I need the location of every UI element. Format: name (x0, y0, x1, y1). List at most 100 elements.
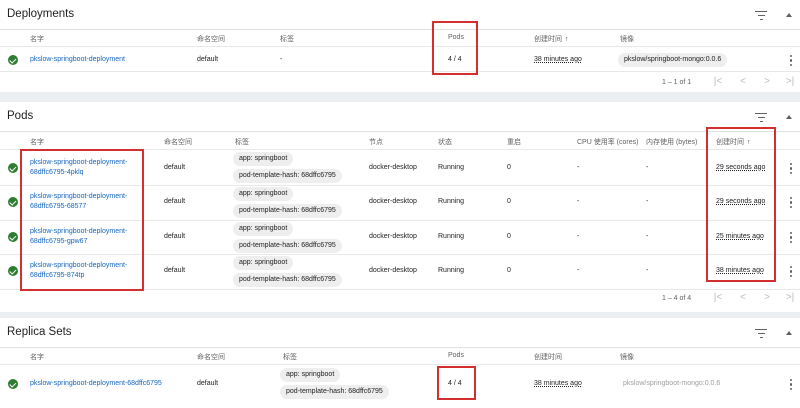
label-chip: pod-template-hash: 68dffc6795 (233, 169, 342, 183)
memory-value: - (646, 267, 649, 274)
label-chip: app: springboot (280, 368, 341, 382)
check-circle-icon (8, 379, 18, 389)
restarts-value: 0 (507, 198, 511, 205)
divider (0, 71, 800, 72)
col-namespace: 命名空间 (197, 36, 225, 43)
namespace-value: default (164, 164, 186, 171)
restarts-value: 0 (507, 164, 511, 171)
namespace-value: default (197, 380, 219, 387)
label-chip: app: springboot (233, 256, 294, 270)
pagination-range: 1 – 4 of 4 (662, 295, 692, 302)
namespace-value: default (164, 267, 186, 274)
cpu-value: - (577, 233, 580, 240)
label-chip: pod-template-hash: 68dffc6795 (233, 239, 342, 253)
highlight-box (706, 127, 776, 282)
label-chip: pod-template-hash: 68dffc6795 (280, 385, 389, 399)
first-page-icon[interactable]: |< (712, 77, 724, 87)
highlight-box (20, 149, 144, 291)
deployment-name-link[interactable]: pkslow-springboot-deployment (30, 56, 125, 63)
first-page-icon[interactable]: |< (712, 293, 724, 303)
more-vert-icon[interactable] (790, 163, 793, 174)
status-value: Running (438, 198, 465, 205)
created-value: 38 minutes ago (534, 380, 582, 387)
check-circle-icon (8, 197, 18, 207)
image-chip: pkslow/springboot-mongo:0.0.6 (618, 53, 728, 67)
filter-icon[interactable] (755, 329, 767, 338)
check-circle-icon (8, 232, 18, 242)
chevron-left-icon[interactable]: < (737, 293, 749, 303)
node-value: docker-desktop (369, 267, 417, 274)
node-value: docker-desktop (369, 198, 417, 205)
label-chip: app: springboot (233, 152, 294, 166)
node-value: docker-desktop (369, 233, 417, 240)
more-vert-icon[interactable] (790, 55, 793, 66)
cpu-value: - (577, 198, 580, 205)
col-namespace: 命名空间 (164, 139, 192, 146)
check-circle-icon (8, 55, 18, 65)
namespace-value: default (164, 198, 186, 205)
col-namespace: 命名空间 (197, 354, 225, 361)
chevron-up-icon[interactable] (786, 331, 792, 335)
more-vert-icon[interactable] (790, 266, 793, 277)
check-circle-icon (8, 163, 18, 173)
chevron-up-icon[interactable] (786, 115, 792, 119)
highlight-box (437, 366, 476, 400)
col-memory: 内存使用 (bytes) (646, 139, 698, 146)
status-value: Running (438, 267, 465, 274)
divider (0, 364, 800, 365)
col-name: 名字 (30, 139, 44, 146)
replicasets-card: Replica Sets 名字 命名空间 标签 Pods 创建时间 镜像 pks… (0, 318, 800, 408)
replicasets-title: Replica Sets (7, 326, 72, 338)
restarts-value: 0 (507, 267, 511, 274)
chevron-left-icon[interactable]: < (737, 77, 749, 87)
chevron-right-icon[interactable]: > (761, 77, 773, 87)
col-restarts: 重启 (507, 139, 521, 146)
col-cpu: CPU 使用率 (cores) (577, 139, 639, 146)
node-value: docker-desktop (369, 164, 417, 171)
col-created[interactable]: 创建时间 ↑ (534, 34, 569, 44)
col-created[interactable]: 创建时间 (534, 352, 562, 362)
replicasets-header: Replica Sets (0, 318, 800, 348)
label-chip: pod-template-hash: 68dffc6795 (233, 273, 342, 287)
col-labels: 标签 (235, 139, 249, 146)
created-value: 38 minutes ago (534, 56, 582, 63)
last-page-icon[interactable]: >| (784, 77, 796, 87)
memory-value: - (646, 233, 649, 240)
deployments-card: Deployments 名字 命名空间 标签 Pods 创建时间 ↑ 镜像 pks… (0, 0, 800, 92)
pods-header: Pods (0, 102, 800, 132)
col-pods[interactable]: Pods (448, 352, 464, 359)
chevron-right-icon[interactable]: > (761, 293, 773, 303)
more-vert-icon[interactable] (790, 232, 793, 243)
chevron-up-icon[interactable] (786, 13, 792, 17)
label-chip: pod-template-hash: 68dffc6795 (233, 204, 342, 218)
last-page-icon[interactable]: >| (784, 293, 796, 303)
labels-value: - (280, 56, 283, 63)
replicaset-name-link[interactable]: pkslow-springboot-deployment-68dffc6795 (30, 380, 162, 387)
image-value: pkslow/springboot-mongo:0.0.6 (623, 380, 721, 387)
more-vert-icon[interactable] (790, 197, 793, 208)
cpu-value: - (577, 267, 580, 274)
col-labels: 标签 (283, 354, 297, 361)
col-status: 状态 (438, 139, 452, 146)
pagination-range: 1 – 1 of 1 (662, 79, 692, 86)
pods-card: Pods 名字 命名空间 标签 节点 状态 重启 CPU 使用率 (cores)… (0, 102, 800, 312)
col-images: 镜像 (620, 354, 634, 361)
filter-icon[interactable] (755, 113, 767, 122)
cpu-value: - (577, 164, 580, 171)
status-value: Running (438, 164, 465, 171)
col-images: 镜像 (620, 36, 634, 43)
pods-title: Pods (7, 110, 34, 122)
deployments-header: Deployments (0, 0, 800, 30)
col-created-label: 创建时间 (534, 36, 562, 43)
sort-asc-icon: ↑ (565, 36, 569, 43)
deployments-title: Deployments (7, 8, 75, 20)
restarts-value: 0 (507, 233, 511, 240)
divider (0, 46, 800, 47)
more-vert-icon[interactable] (790, 379, 793, 390)
highlight-box (432, 21, 478, 75)
label-chip: app: springboot (233, 222, 294, 236)
memory-value: - (646, 198, 649, 205)
col-name: 名字 (30, 36, 44, 43)
filter-icon[interactable] (755, 11, 767, 20)
check-circle-icon (8, 266, 18, 276)
